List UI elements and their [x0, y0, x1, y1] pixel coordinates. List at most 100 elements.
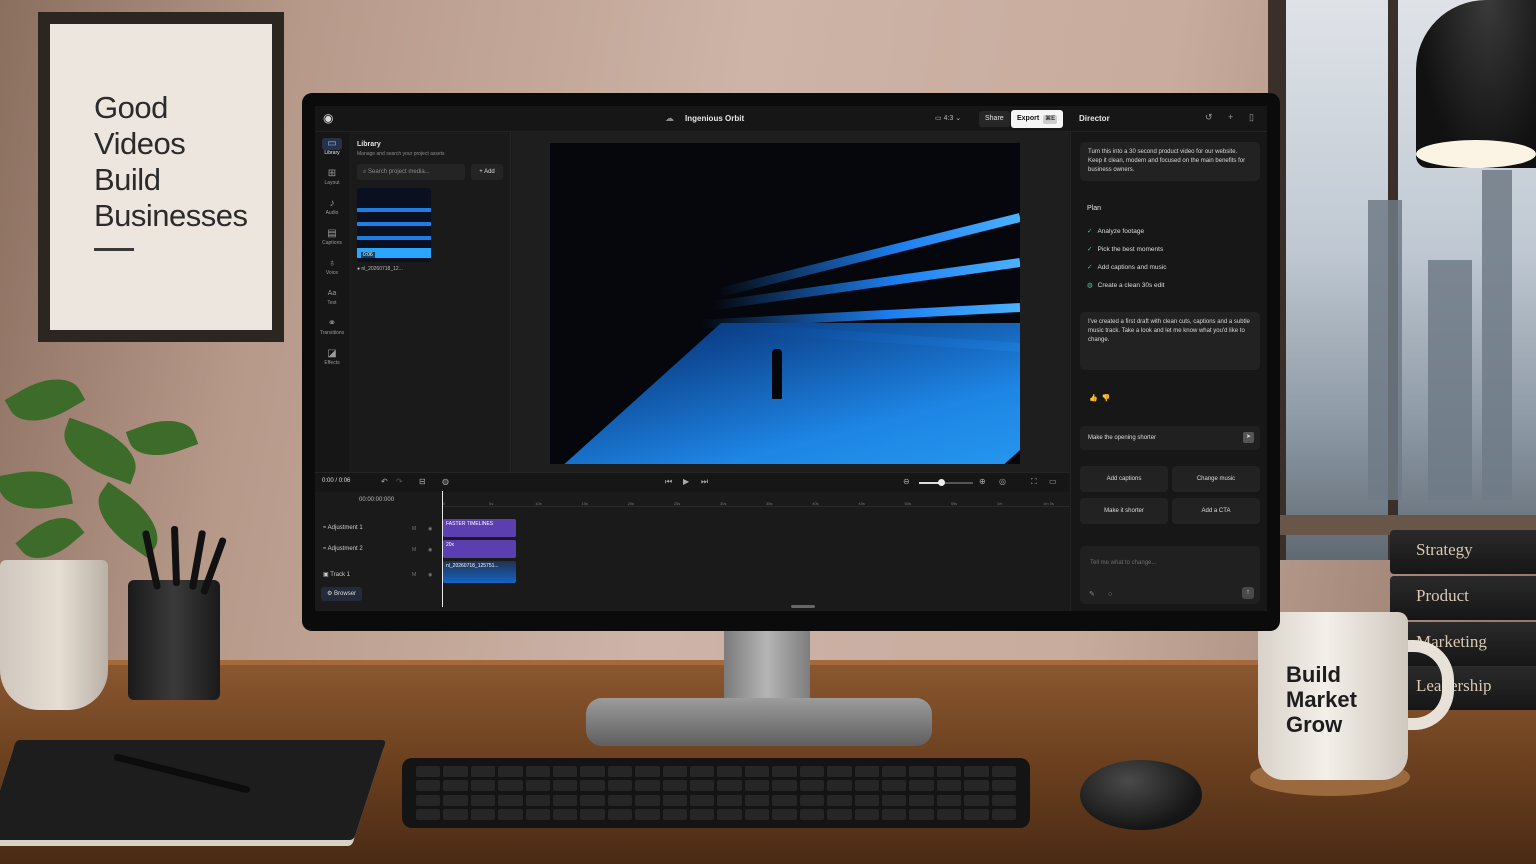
- keyboard-key: [635, 780, 660, 792]
- app-logo-icon[interactable]: ◉: [323, 112, 339, 124]
- keyboard: [402, 758, 1030, 828]
- time-readout: 0:00 / 0:06: [322, 478, 351, 484]
- project-title[interactable]: Ingenious Orbit: [685, 114, 744, 123]
- timeline-clip[interactable]: nl_20260718_125751...: [443, 561, 516, 583]
- rail-label: Effects: [324, 360, 340, 366]
- plan-item: ✓ Add captions and music: [1087, 263, 1166, 271]
- keyboard-key: [991, 808, 1016, 820]
- rail-item-text[interactable]: Aa Text: [317, 288, 347, 307]
- keyboard-key: [772, 766, 797, 777]
- director-panel-title: Director: [1079, 114, 1110, 123]
- thumbs-down-icon[interactable]: 👎: [1102, 395, 1111, 402]
- time-ruler[interactable]: 0 5s 10s 15s 20s 25s 30s 35s 40s 45s 50s 55s 1m 1m 5s: [443, 497, 1069, 507]
- keyboard-key: [553, 766, 578, 777]
- thumbs-up-icon[interactable]: 👍: [1089, 395, 1098, 402]
- rail-item-voice[interactable]: ♁ Voice: [317, 258, 347, 277]
- send-button-icon[interactable]: ↑: [1242, 587, 1254, 599]
- zoom-in-icon[interactable]: ⊕: [979, 477, 986, 486]
- magnet-icon[interactable]: ◍: [442, 477, 449, 486]
- composer-placeholder: Tell me what to change...: [1090, 560, 1157, 566]
- rail-item-transitions[interactable]: ⚭ Transitions: [317, 318, 347, 337]
- timeline-clip[interactable]: 20x: [443, 540, 516, 558]
- rail-item-effects[interactable]: ◪ Effects: [317, 348, 347, 367]
- keyboard-key: [881, 780, 907, 792]
- zoom-out-icon[interactable]: ⊖: [903, 477, 910, 486]
- captions-icon: ▤: [327, 228, 337, 239]
- snapshot-icon[interactable]: ◎: [999, 477, 1006, 486]
- skip-back-icon[interactable]: ⏮: [665, 477, 672, 487]
- visibility-icon[interactable]: ◉: [428, 547, 432, 553]
- coffee-mug: Build Market Grow: [1258, 612, 1408, 780]
- zoom-slider[interactable]: [919, 479, 973, 486]
- rail-item-library[interactable]: ▭ Library: [317, 138, 347, 157]
- video-editor-app: ◉ ☁ Ingenious Orbit ▭ 4:3 ⌄ Share Export…: [315, 106, 1267, 611]
- keyboard-key: [635, 766, 660, 777]
- rail-item-audio[interactable]: ♪ Audio: [317, 198, 347, 217]
- mention-icon[interactable]: ○: [1108, 591, 1112, 598]
- chip-change-music[interactable]: Change music: [1172, 466, 1260, 492]
- chip-add-cta[interactable]: Add a CTA: [1172, 498, 1260, 524]
- rail-label: Voice: [325, 270, 339, 276]
- ruler-tick: 45s: [858, 501, 865, 506]
- visibility-icon[interactable]: ◉: [428, 572, 432, 578]
- display-icon[interactable]: ▭: [1049, 477, 1057, 486]
- track-label: ≈ Adjustment 1: [323, 525, 363, 531]
- check-icon: ✓: [1087, 246, 1093, 253]
- keyboard-key: [909, 780, 934, 792]
- timeline-clip[interactable]: FASTER TIMELINES: [443, 519, 516, 537]
- keyboard-key: [607, 794, 633, 806]
- video-preview[interactable]: [550, 143, 1020, 464]
- book-spine: Product: [1390, 576, 1536, 620]
- chevron-down-icon: ⌄: [953, 115, 962, 122]
- history-icon[interactable]: ↺: [1205, 112, 1213, 123]
- keyboard-key: [964, 794, 989, 806]
- mouse: [1080, 760, 1202, 830]
- aspect-ratio-select[interactable]: ▭ 4:3 ⌄: [931, 112, 965, 126]
- keyboard-key: [964, 780, 989, 792]
- playhead[interactable]: [442, 491, 443, 607]
- feedback-row: 👍 👎: [1089, 394, 1110, 402]
- keyboard-key: [525, 780, 551, 792]
- browser-button[interactable]: ⚙ Browser: [321, 587, 363, 601]
- mute-toggle[interactable]: M: [412, 526, 416, 532]
- keyboard-key: [827, 794, 852, 806]
- mute-toggle[interactable]: M: [412, 572, 416, 578]
- keyboard-key: [827, 766, 852, 777]
- attach-icon[interactable]: ✎: [1089, 590, 1095, 598]
- media-thumbnail[interactable]: 0:06: [357, 188, 431, 262]
- panel-toggle-icon[interactable]: ▯: [1249, 112, 1254, 123]
- keyboard-key: [854, 808, 879, 820]
- keyboard-key: [690, 794, 715, 806]
- chip-make-shorter[interactable]: Make it shorter: [1080, 498, 1168, 524]
- zoom-knob[interactable]: [937, 479, 945, 486]
- search-input[interactable]: ⌕ Search project media...: [357, 164, 465, 180]
- visibility-icon[interactable]: ◉: [428, 526, 432, 532]
- mug-text: Grow: [1286, 712, 1343, 737]
- redo-icon[interactable]: ↷: [396, 477, 403, 486]
- share-button[interactable]: Share: [979, 111, 1010, 127]
- fullscreen-icon[interactable]: ⛶: [1031, 477, 1037, 487]
- undo-icon[interactable]: ↶: [381, 477, 388, 486]
- resize-grip[interactable]: [791, 605, 815, 608]
- rail-label: Layout: [324, 180, 340, 186]
- ruler-tick: 25s: [673, 501, 681, 506]
- ruler-tick: 10s: [535, 501, 542, 506]
- plan-title: Plan: [1087, 205, 1102, 212]
- split-icon[interactable]: ⊟: [419, 477, 426, 486]
- mute-toggle[interactable]: M: [412, 547, 416, 553]
- rail-item-layout[interactable]: ⊞ Layout: [317, 168, 347, 187]
- poster-line: Good: [94, 90, 168, 125]
- keyboard-key: [909, 766, 934, 777]
- play-icon[interactable]: ▶: [683, 477, 689, 486]
- export-button[interactable]: Export ⌘E: [1011, 110, 1064, 128]
- suggestion-field[interactable]: Make the opening shorter ➤: [1080, 426, 1260, 450]
- rail-item-captions[interactable]: ▤ Captions: [317, 228, 347, 247]
- plant-pot: [0, 560, 108, 710]
- message-composer[interactable]: Tell me what to change... ✎ ○ ↑: [1080, 546, 1260, 604]
- keyboard-key: [607, 780, 633, 792]
- send-icon[interactable]: ➤: [1243, 432, 1254, 443]
- add-media-button[interactable]: + Add: [471, 164, 503, 180]
- chip-add-captions[interactable]: Add captions: [1080, 466, 1168, 492]
- plus-icon[interactable]: +: [1228, 112, 1233, 122]
- skip-forward-icon[interactable]: ⏭: [701, 477, 708, 487]
